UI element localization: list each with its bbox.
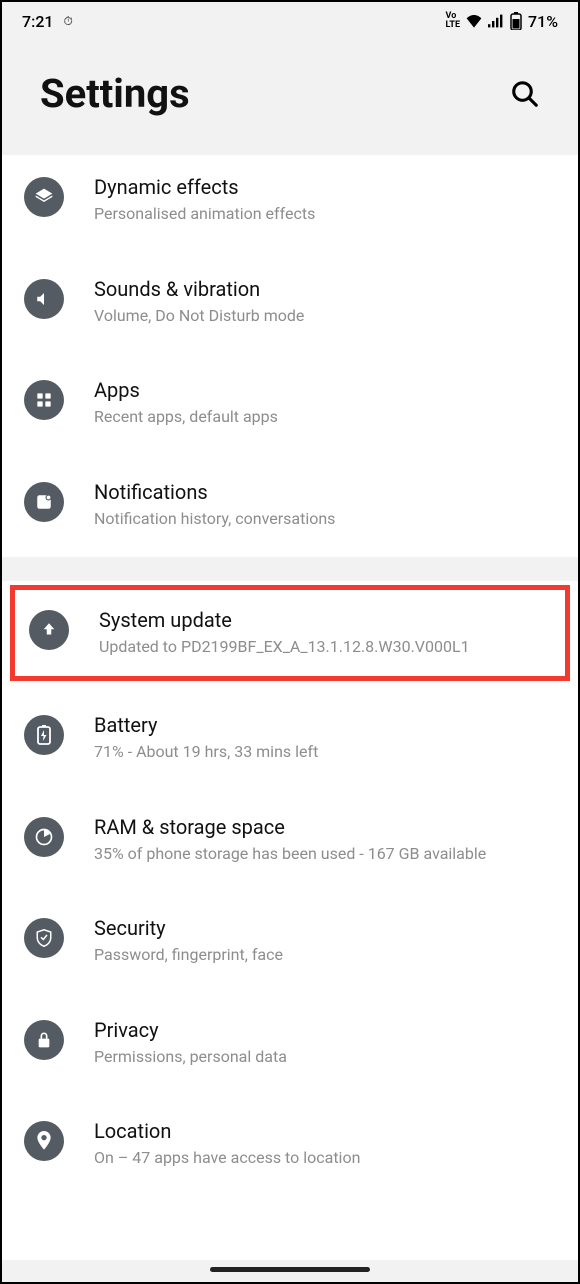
- settings-item-storage[interactable]: RAM & storage space 35% of phone storage…: [2, 783, 578, 885]
- item-subtitle: Password, fingerprint, face: [94, 944, 556, 966]
- section-divider: [2, 557, 578, 581]
- item-title: Location: [94, 1119, 556, 1143]
- item-subtitle: Recent apps, default apps: [94, 406, 556, 428]
- item-title: Security: [94, 916, 556, 940]
- settings-item-apps[interactable]: Apps Recent apps, default apps: [2, 346, 578, 448]
- upload-arrow-icon: [29, 610, 69, 650]
- item-subtitle: On – 47 apps have access to location: [94, 1147, 556, 1169]
- battery-icon: [510, 12, 522, 30]
- settings-item-battery[interactable]: Battery 71% - About 19 hrs, 33 mins left: [2, 685, 578, 783]
- search-button[interactable]: [510, 79, 540, 109]
- volte-icon: VoLTE: [446, 12, 461, 30]
- item-subtitle: Notification history, conversations: [94, 508, 556, 530]
- shield-icon: [24, 918, 64, 958]
- item-title: Sounds & vibration: [94, 277, 556, 301]
- settings-header: Settings: [2, 40, 578, 155]
- item-title: System update: [99, 608, 551, 632]
- item-subtitle: Updated to PD2199BF_EX_A_13.1.12.8.W30.V…: [99, 636, 551, 658]
- alarm-icon: ⏱: [64, 14, 73, 29]
- item-title: Apps: [94, 378, 556, 402]
- item-title: Privacy: [94, 1018, 556, 1042]
- status-time: 7:21: [22, 12, 54, 31]
- item-subtitle: 71% - About 19 hrs, 33 mins left: [94, 741, 556, 763]
- item-subtitle: Volume, Do Not Disturb mode: [94, 305, 556, 327]
- settings-item-location[interactable]: Location On – 47 apps have access to loc…: [2, 1087, 578, 1189]
- settings-item-privacy[interactable]: Privacy Permissions, personal data: [2, 986, 578, 1088]
- speaker-icon: [24, 279, 64, 319]
- item-subtitle: Personalised animation effects: [94, 203, 556, 225]
- lock-icon: [24, 1020, 64, 1060]
- wifi-icon: [466, 14, 482, 28]
- item-title: Dynamic effects: [94, 175, 556, 199]
- settings-item-notifications[interactable]: Notifications Notification history, conv…: [2, 448, 578, 558]
- settings-item-dynamic-effects[interactable]: Dynamic effects Personalised animation e…: [2, 155, 578, 245]
- page-title: Settings: [40, 70, 190, 117]
- home-indicator[interactable]: [210, 1267, 370, 1272]
- layers-icon: [24, 177, 64, 217]
- location-pin-icon: [24, 1121, 64, 1161]
- apps-grid-icon: [24, 380, 64, 420]
- signal-icon: [488, 14, 504, 28]
- pie-chart-icon: [24, 817, 64, 857]
- item-title: Notifications: [94, 480, 556, 504]
- settings-item-security[interactable]: Security Password, fingerprint, face: [2, 884, 578, 986]
- settings-item-system-update[interactable]: System update Updated to PD2199BF_EX_A_1…: [15, 590, 565, 676]
- item-title: RAM & storage space: [94, 815, 556, 839]
- item-title: Battery: [94, 713, 556, 737]
- notification-icon: [24, 482, 64, 522]
- status-bar: 7:21 ⏱ VoLTE 71%: [2, 2, 578, 40]
- highlight-box: System update Updated to PD2199BF_EX_A_1…: [10, 585, 570, 681]
- battery-charging-icon: [24, 715, 64, 755]
- settings-item-sounds[interactable]: Sounds & vibration Volume, Do Not Distur…: [2, 245, 578, 347]
- item-subtitle: Permissions, personal data: [94, 1046, 556, 1068]
- item-subtitle: 35% of phone storage has been used - 167…: [94, 843, 556, 865]
- battery-pct: 71%: [528, 12, 558, 31]
